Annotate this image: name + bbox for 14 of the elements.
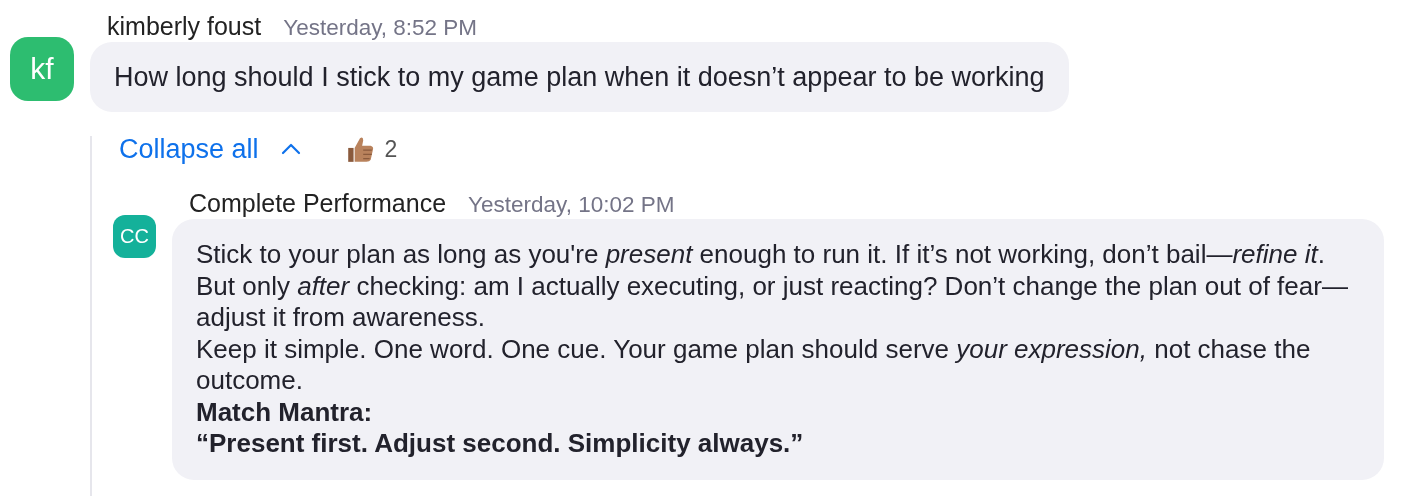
paragraph: Keep it simple. One word. One cue. Your game plan should serve your expression, not chase the outcome. [196, 333, 1312, 397]
timestamp: Yesterday, 10:02 PM [468, 192, 675, 218]
chevron-up-icon [280, 143, 301, 155]
avatar[interactable]: kf [10, 37, 74, 101]
collapse-all-link[interactable]: Collapse all [119, 133, 301, 165]
bold-text: “Present first. Adjust second. Simplicity always.” [196, 428, 805, 460]
message-text: How long should I stick to my game plan when it doesn’t appear to be working [114, 61, 1045, 94]
author-name: kimberly foust [107, 12, 262, 41]
reaction-button[interactable]: 2 [344, 134, 398, 164]
avatar[interactable]: CC [113, 215, 156, 258]
author-name: Complete Performance [189, 189, 447, 218]
paragraph: Stick to your plan as long as you're present enough to run it. If it’s not working, don’t bail—refine it. But only after checking: am I actually executing, or just reacting? Don’t change the plan out of fear—adjust it from awareness. [196, 239, 1349, 334]
bold-text: Match Mantra: [196, 396, 374, 428]
timestamp: Yesterday, 8:52 PM [283, 15, 478, 41]
